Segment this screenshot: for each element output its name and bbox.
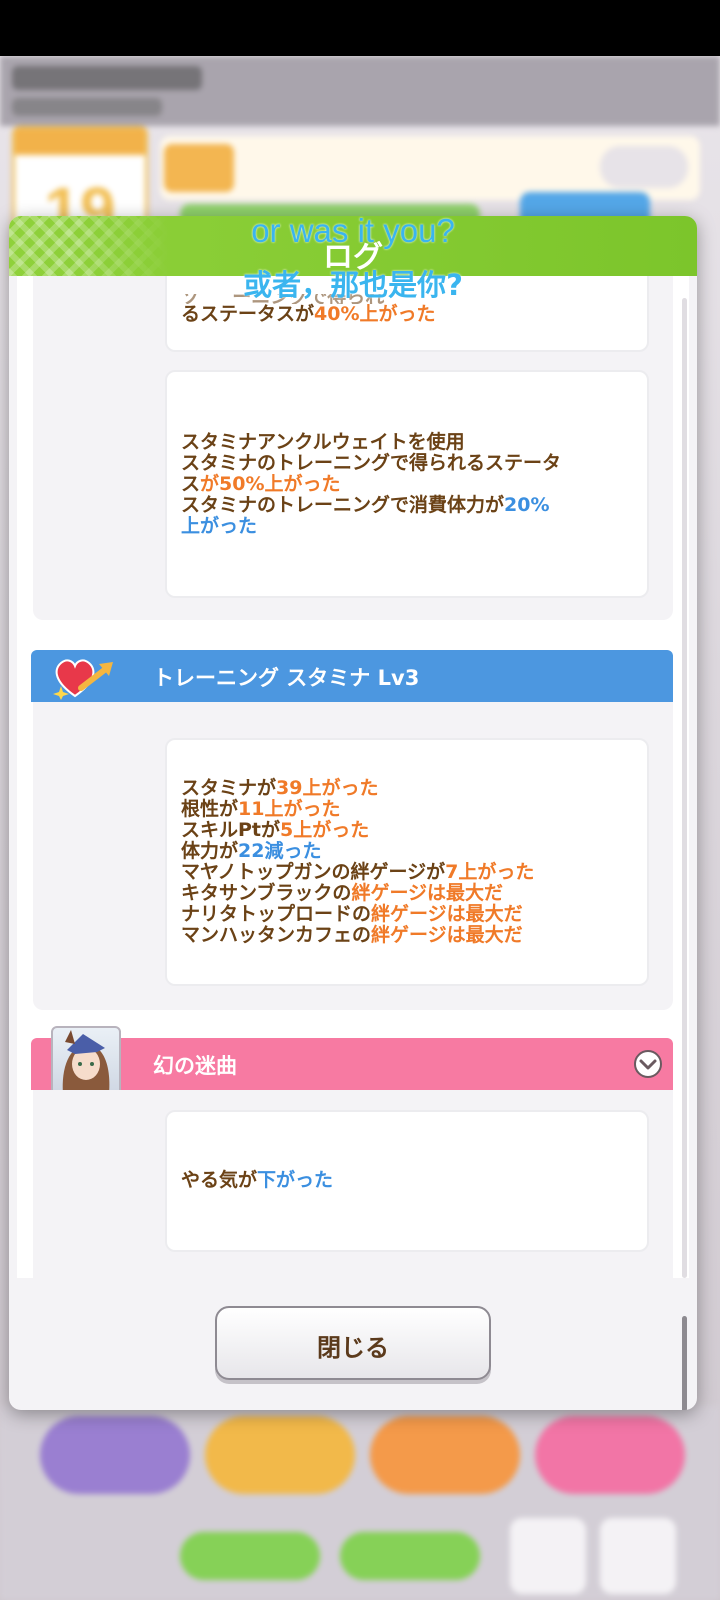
subtitle-chinese: 或者，那也是你?	[243, 268, 463, 302]
log-entry-event: やる気が下がった	[165, 1110, 649, 1252]
close-button-label: 閉じる	[317, 1334, 389, 1362]
log-dialog: ログ or was it you? 或者，那也是你? ソ ーニングで得られ るス…	[9, 216, 697, 1410]
entry-text: マヤノトップガンの絆ゲージが	[181, 861, 446, 883]
entry-text: やる気が	[181, 1169, 258, 1191]
entry-value: 39上がった	[276, 777, 379, 799]
entry-text: スタミナのトレーニングで得られるステータ	[181, 452, 562, 474]
scrollbar-track[interactable]	[682, 298, 687, 1278]
status-bar	[0, 0, 720, 56]
entry-text: スタミナのトレーニングで消費体力が	[181, 494, 505, 516]
chevron-down-icon[interactable]	[633, 1049, 663, 1079]
entry-value: 7上がった	[445, 861, 535, 883]
training-line: 体力が22減った	[181, 841, 633, 862]
entry-text: 根性が	[181, 798, 239, 820]
scrollbar-thumb[interactable]	[682, 1316, 687, 1410]
entry-value: 下がった	[257, 1169, 334, 1191]
entry-value: 絆ゲージは最大だ	[371, 903, 523, 925]
log-entry-ankle-weight: スタミナアンクルウェイトを使用 スタミナのトレーニングで得られるステータ スが5…	[165, 370, 649, 598]
entry-value: 上がった	[181, 515, 258, 537]
training-line: 根性が11上がった	[181, 799, 633, 820]
log-scroll-area[interactable]: ソ ーニングで得られ るステータスが40%上がった スタミナアンクルウェイトを使…	[17, 276, 689, 1278]
training-line: ナリタトップロードの絆ゲージは最大だ	[181, 904, 633, 925]
entry-text: るステータスが	[181, 303, 315, 325]
entry-text: マンハッタンカフェの	[181, 924, 372, 946]
entry-value: 絆ゲージは最大だ	[371, 924, 523, 946]
training-title: トレーニング スタミナ Lv3	[153, 666, 420, 690]
log-entry-training: スタミナが39上がった 根性が11上がった スキルPtが5上がった 体力が22減ったマ…	[165, 738, 649, 986]
entry-text: ス	[181, 473, 201, 495]
training-line: スタミナが39上がった	[181, 778, 633, 799]
entry-text: スタミナアンクルウェイトを使用	[181, 431, 465, 453]
training-line: マヤノトップガンの絆ゲージが7上がった	[181, 862, 633, 883]
entry-value: 5上がった	[280, 819, 370, 841]
entry-text: スキルPtが	[181, 819, 281, 841]
entry-value: 50%上がった	[219, 473, 341, 495]
entry-value: が	[200, 473, 220, 495]
entry-text: 体力が	[181, 840, 239, 862]
training-line: マンハッタンカフェの絆ゲージは最大だ	[181, 925, 633, 946]
event-header[interactable]: 幻の迷曲	[31, 1038, 673, 1090]
entry-value: 11上がった	[238, 798, 341, 820]
entry-text: ナリタトップロードの	[181, 903, 372, 925]
entry-value: 絆ゲージは最大だ	[351, 882, 504, 904]
training-line: キタサンブラックの絆ゲージは最大だ	[181, 883, 633, 904]
entry-value: 40%上がった	[314, 303, 436, 325]
training-header: トレーニング スタミナ Lv3	[31, 650, 673, 702]
training-line: スキルPtが5上がった	[181, 820, 633, 841]
character-avatar	[51, 1026, 121, 1096]
subtitle-english: or was it you?	[251, 216, 455, 249]
entry-text: スタミナが	[181, 777, 277, 799]
entry-value: 22減った	[238, 840, 322, 862]
entry-value: 20%	[504, 494, 550, 516]
character-portrait-icon	[62, 1030, 110, 1094]
heart-arrow-icon	[53, 659, 113, 700]
event-title: 幻の迷曲	[153, 1054, 237, 1078]
entry-text: キタサンブラックの	[181, 882, 352, 904]
close-button[interactable]: 閉じる	[215, 1306, 491, 1380]
